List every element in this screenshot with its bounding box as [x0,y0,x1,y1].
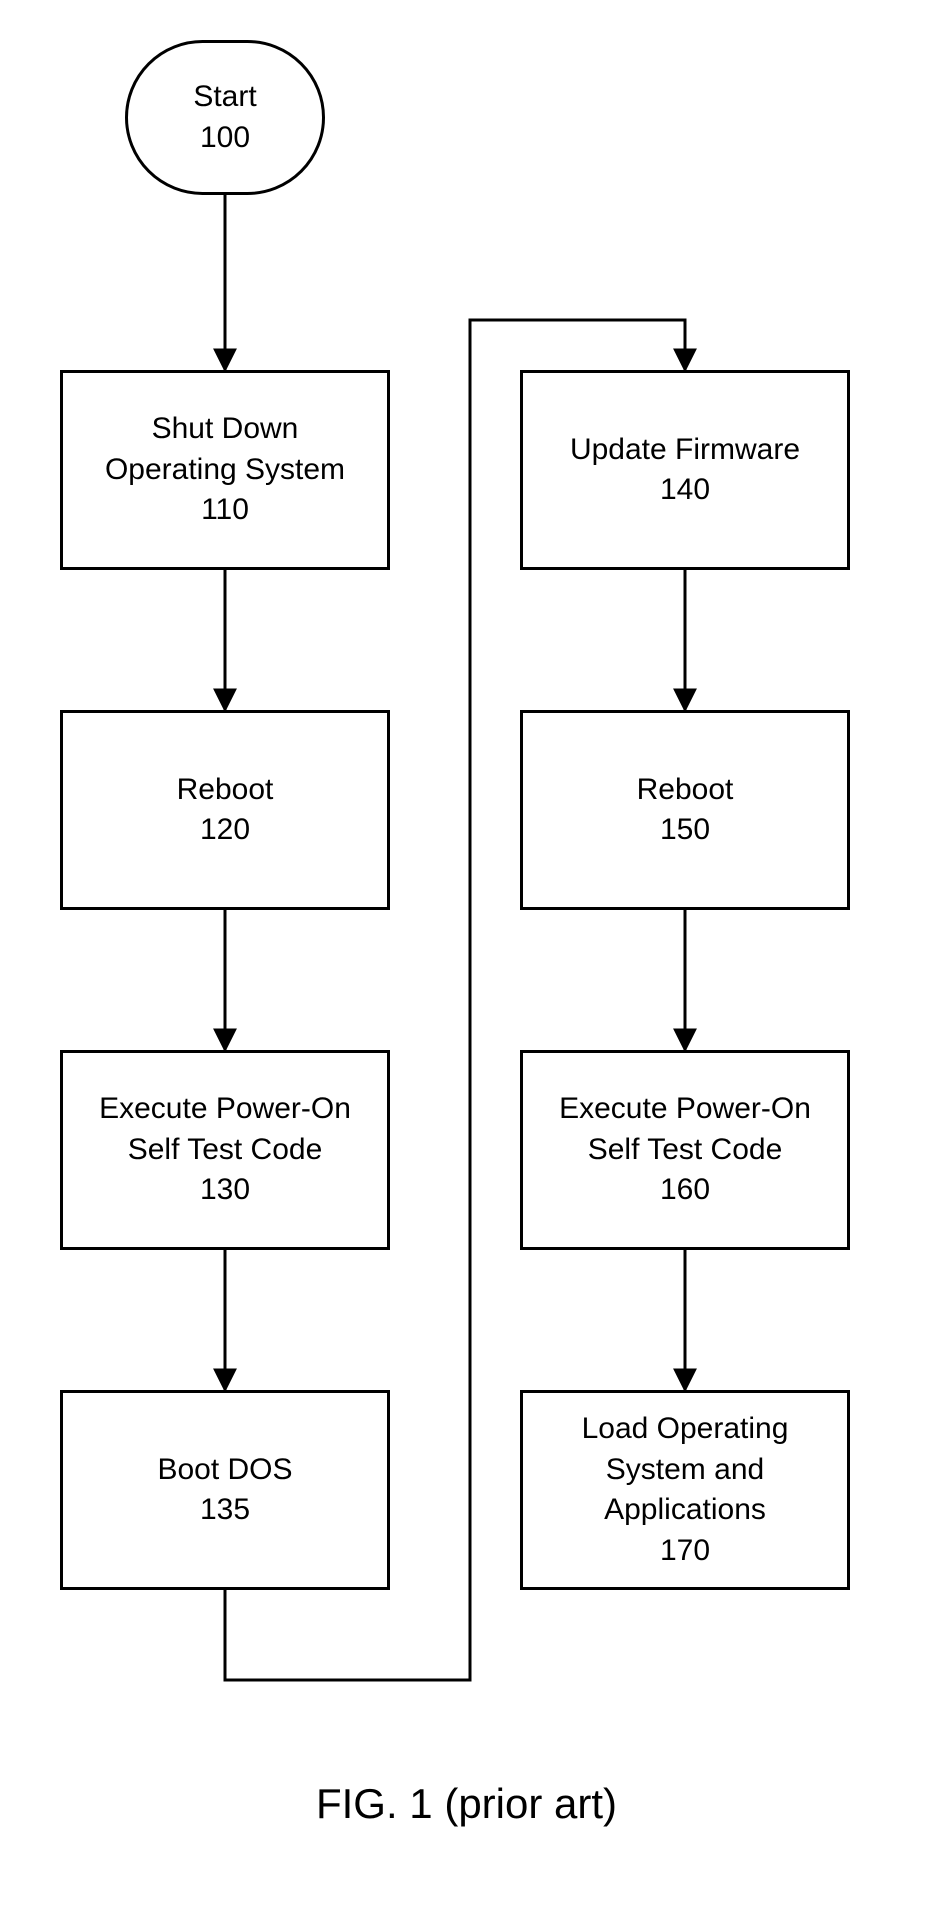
node-110-label: Shut DownOperating System [105,409,345,490]
node-170-num: 170 [660,1531,710,1572]
node-160-label: Execute Power-OnSelf Test Code [559,1089,811,1170]
figure-caption: FIG. 1 (prior art) [0,1780,933,1828]
node-130-num: 130 [200,1170,250,1211]
node-120: Reboot 120 [60,710,390,910]
node-160-num: 160 [660,1170,710,1211]
node-150: Reboot 150 [520,710,850,910]
node-start: Start 100 [125,40,325,195]
node-110: Shut DownOperating System 110 [60,370,390,570]
node-140: Update Firmware 140 [520,370,850,570]
node-160: Execute Power-OnSelf Test Code 160 [520,1050,850,1250]
flow-connectors [0,0,933,1905]
node-120-label: Reboot [177,770,274,811]
node-135-label: Boot DOS [157,1450,292,1491]
node-135: Boot DOS 135 [60,1390,390,1590]
node-170: Load OperatingSystem andApplications 170 [520,1390,850,1590]
node-140-num: 140 [660,470,710,511]
node-135-num: 135 [200,1490,250,1531]
node-start-num: 100 [200,118,250,159]
node-120-num: 120 [200,810,250,851]
node-130-label: Execute Power-OnSelf Test Code [99,1089,351,1170]
node-start-label: Start [193,77,256,118]
node-170-label: Load OperatingSystem andApplications [582,1409,789,1531]
node-140-label: Update Firmware [570,430,800,471]
node-150-label: Reboot [637,770,734,811]
node-110-num: 110 [201,490,249,531]
node-150-num: 150 [660,810,710,851]
node-130: Execute Power-OnSelf Test Code 130 [60,1050,390,1250]
